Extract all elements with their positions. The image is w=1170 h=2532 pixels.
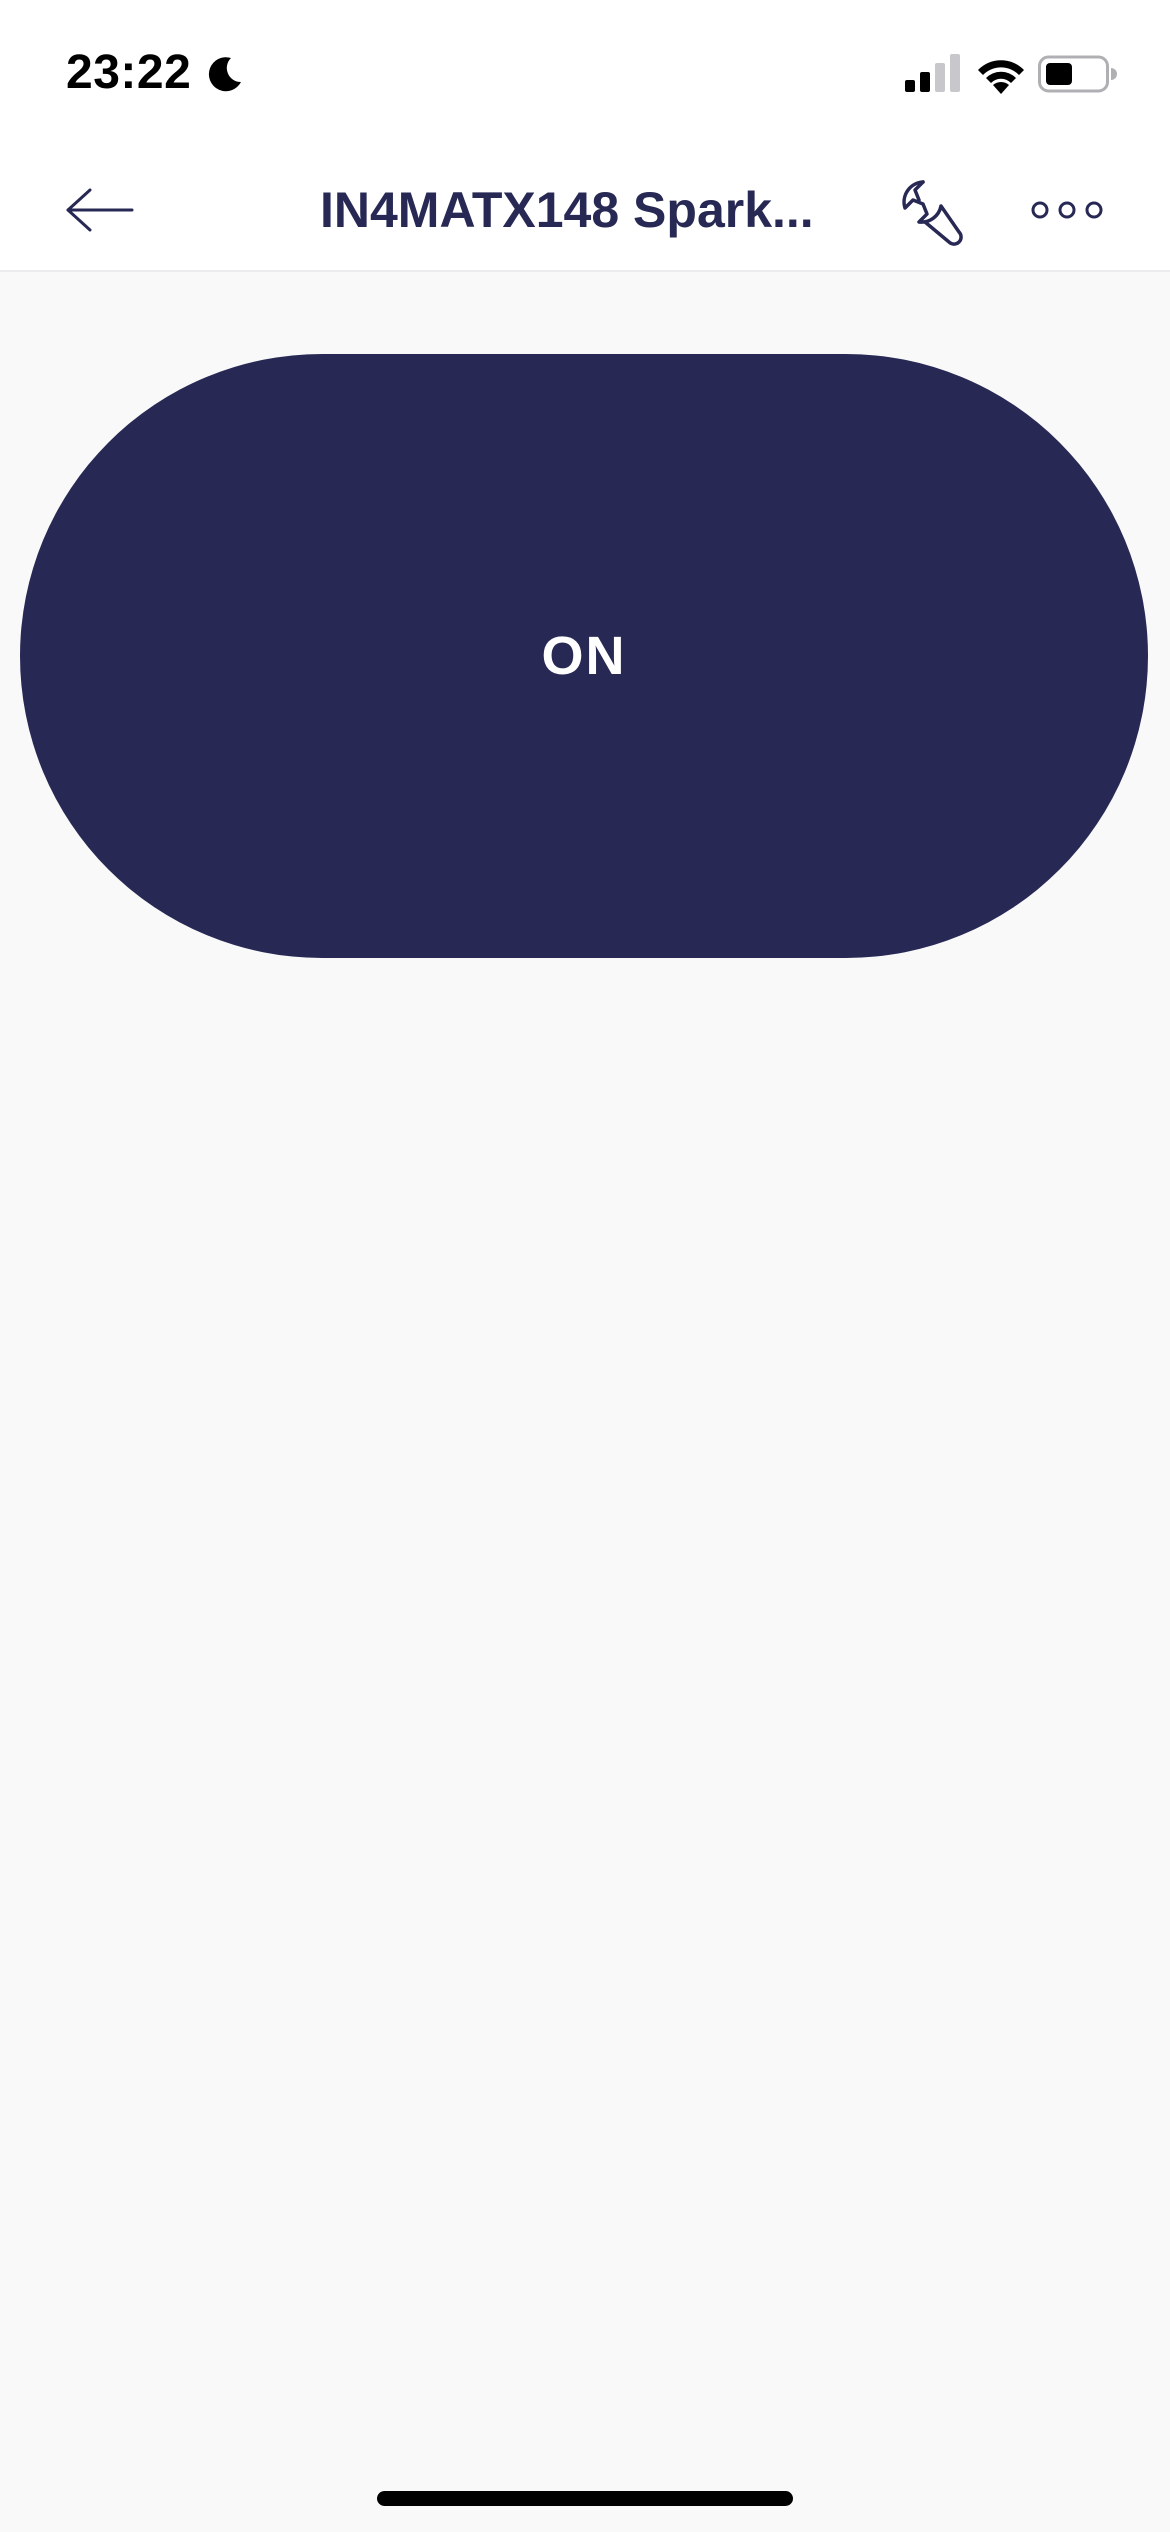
status-bar: 23:22 bbox=[0, 0, 1170, 150]
wrench-icon bbox=[902, 180, 963, 246]
page-title: IN4MATX148 Spark... bbox=[320, 182, 814, 238]
cellular-signal-icon bbox=[905, 54, 960, 92]
power-toggle-button[interactable]: ON bbox=[20, 354, 1148, 958]
status-time: 23:22 bbox=[66, 46, 192, 99]
more-horizontal-icon bbox=[1031, 201, 1103, 219]
navigation-header: IN4MATX148 Spark... bbox=[0, 150, 1170, 272]
wifi-icon bbox=[978, 60, 1024, 94]
battery-icon bbox=[1038, 55, 1117, 93]
moon-icon bbox=[208, 57, 241, 92]
more-options-button[interactable] bbox=[1030, 190, 1104, 230]
back-button[interactable] bbox=[60, 178, 140, 242]
home-indicator[interactable] bbox=[377, 2491, 793, 2506]
power-button-label: ON bbox=[541, 626, 627, 686]
settings-button[interactable] bbox=[893, 174, 969, 250]
arrow-left-icon bbox=[66, 188, 134, 232]
